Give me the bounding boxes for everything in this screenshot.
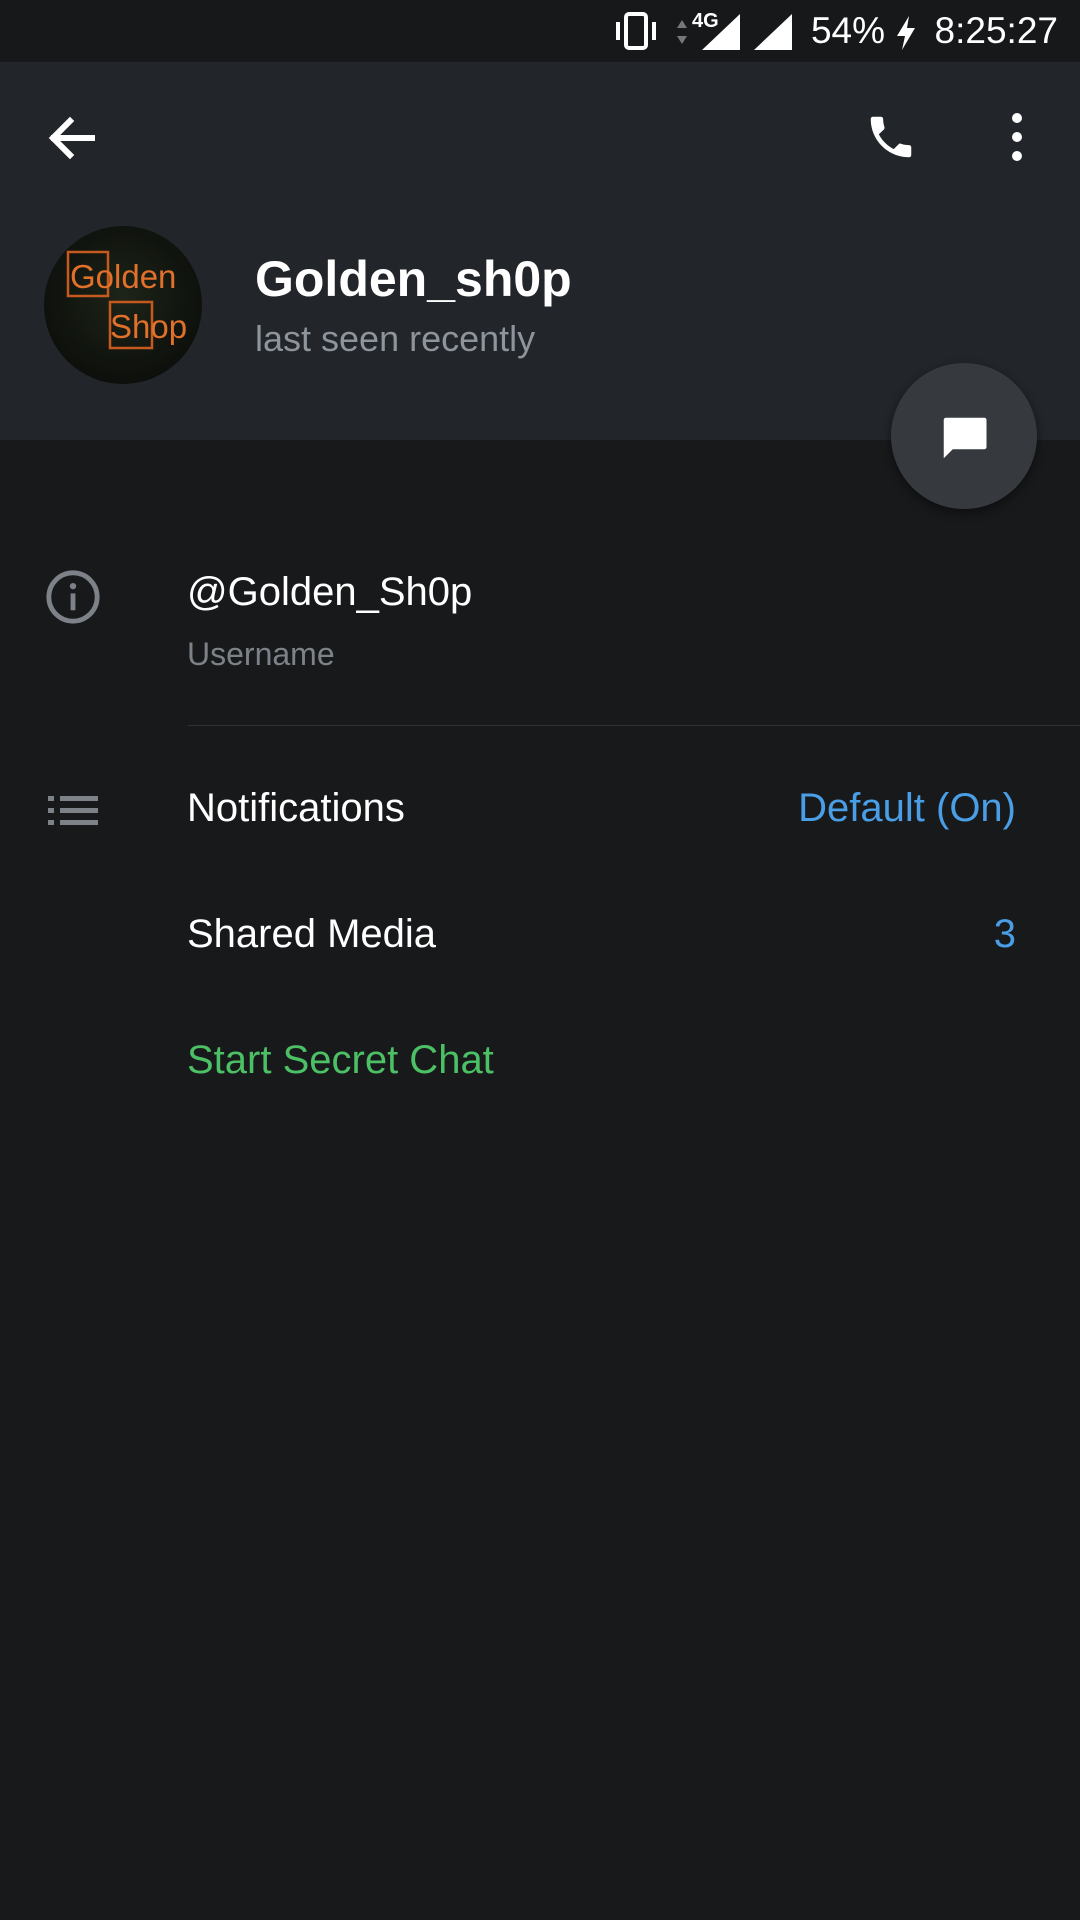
shared-media-count: 3 [993, 912, 1016, 956]
avatar-text-line1: Golden [70, 258, 176, 295]
start-secret-chat-button[interactable]: Start Secret Chat [187, 1038, 494, 1083]
status-bar: 4G 54% 8:25:27 [0, 0, 1080, 62]
avatar[interactable]: Golden Shop [44, 226, 202, 384]
battery-percent: 54% [810, 10, 885, 51]
signal-icon [754, 14, 792, 50]
divider [188, 725, 1080, 726]
more-vertical-icon[interactable] [1005, 112, 1029, 162]
notifications-value: Default (On) [798, 786, 1016, 830]
charging-icon [897, 16, 915, 50]
username-label: Username [187, 636, 335, 672]
data-arrows-icon [677, 20, 687, 44]
avatar-image: Golden Shop [44, 226, 202, 384]
username-value[interactable]: @Golden_Sh0p [187, 570, 472, 615]
profile-name: Golden_sh0p [255, 251, 572, 307]
signal-icon [702, 14, 740, 50]
phone-icon[interactable] [864, 110, 918, 164]
shared-media-label: Shared Media [187, 912, 437, 956]
arrow-left-icon[interactable] [46, 112, 98, 164]
clock: 8:25:27 [934, 10, 1058, 51]
avatar-text-line2: Shop [110, 308, 187, 345]
notifications-label: Notifications [187, 786, 405, 830]
vibrate-icon [616, 12, 656, 50]
list-icon [48, 796, 98, 825]
info-icon [46, 570, 100, 624]
message-button[interactable] [891, 363, 1037, 509]
message-icon [943, 417, 987, 459]
profile-status: last seen recently [255, 318, 536, 359]
